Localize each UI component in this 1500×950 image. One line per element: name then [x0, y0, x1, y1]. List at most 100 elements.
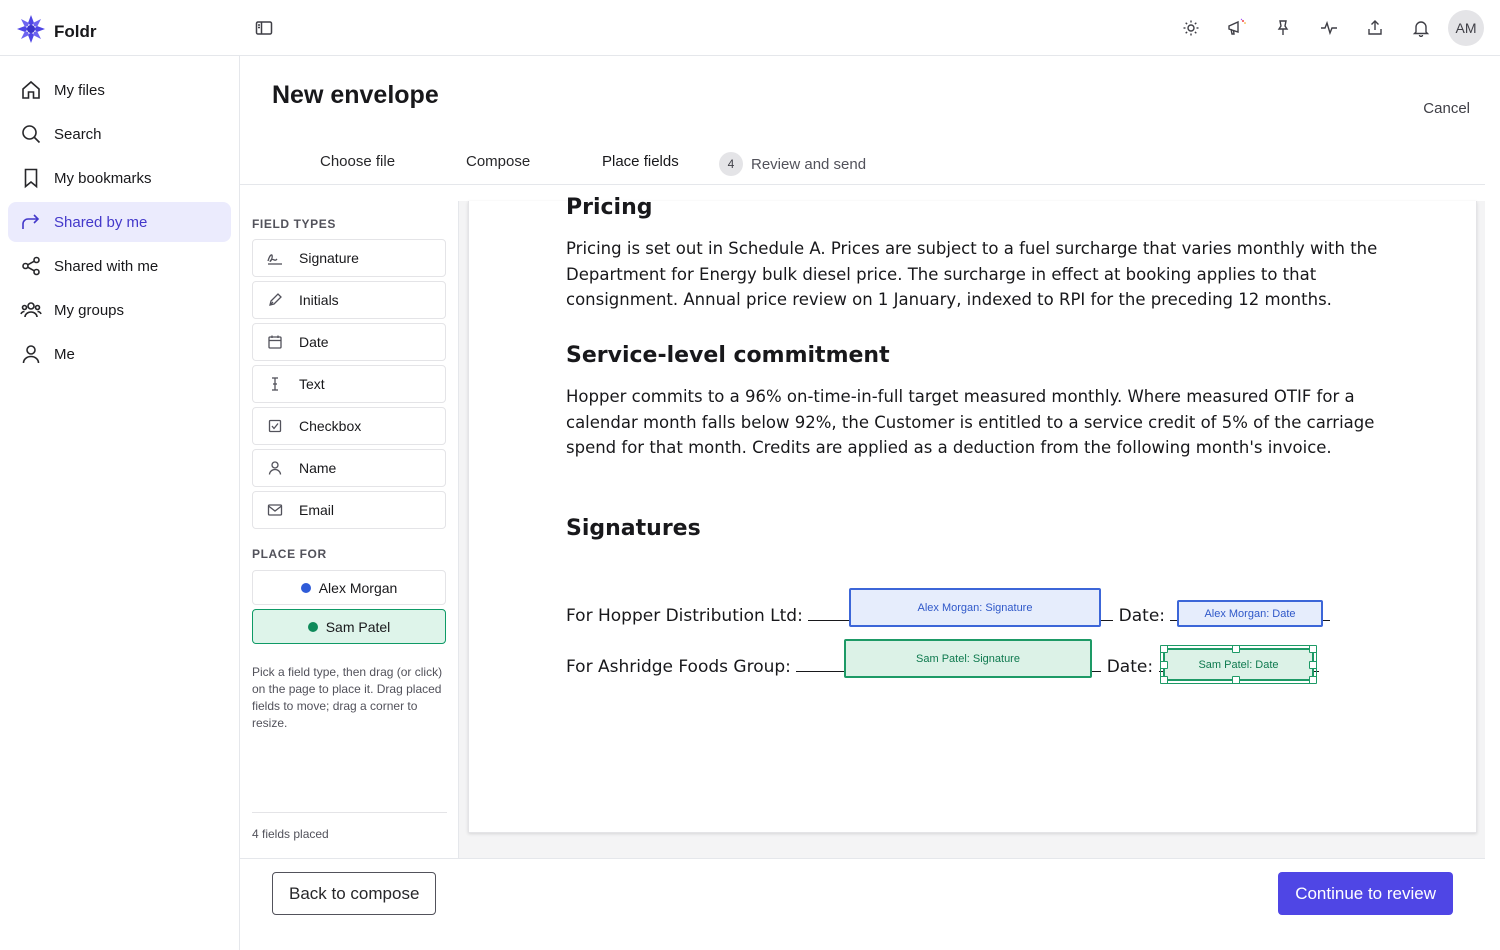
step-compose[interactable]: Compose	[466, 153, 530, 170]
sidebar-item-label: My bookmarks	[54, 169, 152, 187]
recipient-sam-patel[interactable]: Sam Patel	[252, 609, 446, 644]
megaphone-icon[interactable]	[1214, 10, 1260, 46]
recipient-color-dot	[307, 621, 318, 632]
field-type-date[interactable]: Date	[252, 323, 446, 361]
sidebar-item-label: My files	[54, 81, 105, 99]
signature-icon	[265, 250, 285, 266]
resize-handle-bottom-right[interactable]	[1309, 676, 1317, 684]
pin-icon[interactable]	[1260, 10, 1306, 46]
resize-handle-bottom[interactable]	[1232, 676, 1240, 684]
sidebar-item-label: Shared by me	[54, 213, 148, 231]
activity-icon[interactable]	[1306, 10, 1352, 46]
placed-field-sam-date[interactable]: Sam Patel: Date	[1160, 645, 1317, 684]
user-icon	[22, 345, 40, 364]
section-body: Pricing is set out in Schedule A. Prices…	[566, 239, 1378, 309]
section-body: Hopper commits to a 96% on-time-in-full …	[566, 387, 1375, 457]
placement-hint: Pick a field type, then drag (or click) …	[252, 665, 443, 730]
resize-handle-left[interactable]	[1160, 661, 1168, 669]
field-type-initials[interactable]: Initials	[252, 281, 446, 319]
field-type-label: Signature	[299, 250, 359, 266]
sidebar-item-my-files[interactable]: My files	[8, 70, 231, 110]
sidebar-item-shared-with-me[interactable]: Shared with me	[8, 246, 231, 286]
field-type-email[interactable]: Email	[252, 491, 446, 529]
share-arrow-icon	[22, 214, 40, 229]
date-label: Date:	[1106, 657, 1154, 677]
resize-handle-top[interactable]	[1232, 645, 1240, 653]
sidebar-item-label: Search	[54, 125, 102, 143]
document-page[interactable]: Pricing Pricing is set out in Schedule A…	[468, 195, 1477, 833]
document-viewer[interactable]: Pricing Pricing is set out in Schedule A…	[459, 195, 1485, 858]
section-heading: Pricing	[566, 195, 653, 220]
step-label: Review and send	[751, 155, 867, 173]
field-type-label: Initials	[299, 292, 339, 308]
party-label: For Ashridge Foods Group:	[566, 657, 791, 677]
resize-handle-right[interactable]	[1309, 661, 1317, 669]
step-place-fields[interactable]: Place fields	[602, 153, 679, 170]
search-icon	[22, 125, 41, 144]
field-types-heading: FIELD TYPES	[252, 217, 336, 231]
group-icon	[20, 302, 42, 318]
back-to-compose-button[interactable]: Back to compose	[272, 872, 437, 915]
place-for-heading: PLACE FOR	[252, 547, 327, 561]
placed-field-alex-signature[interactable]: Alex Morgan: Signature	[849, 588, 1101, 627]
user-avatar[interactable]: AM	[1448, 10, 1484, 46]
cancel-button[interactable]: Cancel	[1423, 100, 1470, 117]
sun-icon[interactable]	[1168, 10, 1214, 46]
date-label: Date:	[1118, 606, 1166, 626]
field-type-checkbox[interactable]: Checkbox	[252, 407, 446, 445]
field-type-name[interactable]: Name	[252, 449, 446, 487]
sidebar-item-search[interactable]: Search	[8, 114, 231, 154]
recipient-name: Sam Patel	[325, 618, 391, 635]
sidebar-item-my-groups[interactable]: My groups	[8, 290, 231, 330]
sidebar-item-shared-by-me[interactable]: Shared by me	[8, 202, 231, 242]
pen-icon	[265, 292, 285, 308]
sidebar-toggle-icon[interactable]	[254, 18, 274, 38]
field-type-signature[interactable]: Signature	[252, 239, 446, 277]
sidebar-item-me[interactable]: Me	[8, 334, 231, 374]
placed-field-label: Sam Patel: Date	[1198, 658, 1279, 671]
top-actions: AM	[1168, 10, 1484, 46]
step-review-and-send[interactable]: 4 Review and send	[719, 152, 866, 176]
checkbox-icon	[265, 418, 285, 434]
recipient-name: Alex Morgan	[318, 579, 398, 596]
mail-icon	[265, 502, 285, 518]
recipient-alex-morgan[interactable]: Alex Morgan	[252, 570, 446, 605]
share-nodes-icon	[22, 256, 40, 276]
field-type-text[interactable]: Text	[252, 365, 446, 403]
resize-handle-bottom-left[interactable]	[1160, 676, 1168, 684]
field-type-label: Checkbox	[299, 418, 362, 434]
text-cursor-icon	[265, 376, 285, 392]
continue-to-review-button[interactable]: Continue to review	[1278, 872, 1453, 915]
resize-handle-top-right[interactable]	[1309, 645, 1317, 653]
foldr-logo-icon	[16, 14, 46, 49]
field-type-label: Email	[299, 502, 335, 518]
wizard-footer: Back to compose Continue to review	[240, 858, 1485, 950]
sidebar-item-label: My groups	[54, 301, 125, 319]
home-icon	[22, 80, 40, 99]
step-label: Compose	[466, 153, 531, 170]
placed-field-sam-signature[interactable]: Sam Patel: Signature	[844, 639, 1092, 678]
step-label: Place fields	[602, 153, 679, 170]
resize-handle-top-left[interactable]	[1160, 645, 1168, 653]
sidebar-item-label: Shared with me	[54, 257, 159, 275]
step-number-badge: 4	[719, 152, 743, 176]
share-icon[interactable]	[1352, 10, 1398, 46]
calendar-icon	[265, 334, 285, 350]
bookmark-icon	[24, 168, 38, 189]
sidebar-item-my-bookmarks[interactable]: My bookmarks	[8, 158, 231, 198]
app-name: Foldr	[54, 21, 97, 41]
brand[interactable]: Foldr	[16, 14, 97, 49]
field-type-list: Signature Initials Date Text Checkbox Na…	[252, 239, 446, 529]
step-label: Choose file	[320, 153, 396, 170]
field-type-label: Text	[299, 376, 325, 392]
stepper: Choose file Compose Place fields 4 Revie…	[240, 144, 1485, 185]
placed-field-alex-date[interactable]: Alex Morgan: Date	[1177, 600, 1323, 627]
bell-icon[interactable]	[1398, 10, 1444, 46]
top-bar: Foldr AM	[0, 0, 1500, 56]
recipient-color-dot	[300, 582, 311, 593]
field-type-label: Name	[299, 460, 337, 476]
section-heading: Service-level commitment	[566, 343, 890, 368]
step-choose-file[interactable]: Choose file	[320, 153, 395, 170]
main-content: New envelope Cancel Choose file Compose …	[240, 56, 1485, 950]
field-panel: FIELD TYPES Signature Initials Date Text…	[240, 201, 459, 858]
